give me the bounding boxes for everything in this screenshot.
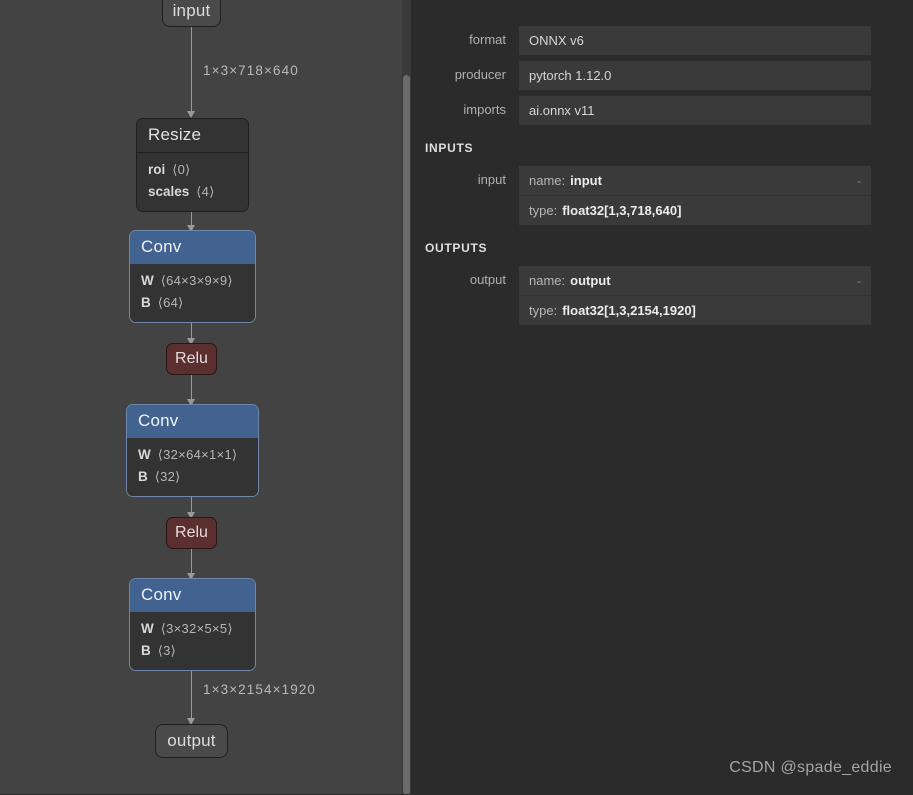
graph-node-conv-3-attributes: W ⟨3×32×5×5⟩ B ⟨3⟩: [130, 612, 255, 670]
input-row: input name: input - type: float32[1,3,71…: [411, 166, 913, 225]
attribute-row: scales ⟨4⟩: [137, 181, 248, 203]
attribute-key: W: [138, 447, 151, 462]
graph-node-conv-2-attributes: W ⟨32×64×1×1⟩ B ⟨32⟩: [127, 438, 258, 496]
input-name-key: name:: [529, 173, 566, 188]
attribute-key: W: [141, 621, 154, 636]
graph-node-conv-2-header: Conv: [127, 405, 258, 438]
attribute-value: ⟨3⟩: [157, 643, 177, 658]
output-label: output: [469, 272, 506, 287]
attribute-key: W: [141, 273, 154, 288]
graph-node-resize[interactable]: Resize roi ⟨0⟩ scales ⟨4⟩: [136, 118, 249, 212]
attribute-key: B: [141, 643, 151, 658]
graph-node-output-label: output: [167, 731, 216, 750]
edge-label-conv3-to-output: 1×3×2154×1920: [203, 682, 317, 697]
model-properties-panel: format ONNX v6 producer pytorch 1.12.0 i…: [411, 0, 913, 795]
property-row-producer: producer pytorch 1.12.0: [411, 61, 913, 90]
output-type-value: float32[1,3,2154,1920]: [562, 303, 696, 318]
attribute-key: B: [138, 469, 148, 484]
edge-arrow-resize: [187, 111, 195, 118]
property-row-imports: imports ai.onnx v11: [411, 96, 913, 125]
graph-canvas[interactable]: 1×3×718×640 1×3×2154×1920 input Resize r…: [0, 0, 411, 795]
edge-relu2-to-conv3: [191, 549, 192, 573]
attribute-key: scales: [148, 184, 190, 199]
graph-node-conv-3[interactable]: Conv W ⟨3×32×5×5⟩ B ⟨3⟩: [129, 578, 256, 671]
edge-input-to-resize: [191, 27, 192, 111]
attribute-value: ⟨32⟩: [154, 469, 181, 484]
section-title-outputs: OUTPUTS: [425, 241, 488, 255]
edge-label-input-to-resize: 1×3×718×640: [203, 63, 299, 78]
property-label: format: [469, 32, 506, 47]
graph-node-conv-1-header: Conv: [130, 231, 255, 264]
attribute-value: ⟨0⟩: [172, 162, 191, 177]
output-type-line: type: float32[1,3,2154,1920]: [519, 295, 871, 325]
attribute-row: W ⟨3×32×5×5⟩: [130, 618, 255, 640]
attribute-value: ⟨64×3×9×9⟩: [160, 273, 233, 288]
output-type-key: type:: [529, 303, 558, 318]
attribute-value: ⟨32×64×1×1⟩: [157, 447, 238, 462]
graph-node-conv-1-attributes: W ⟨64×3×9×9⟩ B ⟨64⟩: [130, 264, 255, 322]
graph-node-conv-3-header: Conv: [130, 579, 255, 612]
attribute-key: B: [141, 295, 151, 310]
output-argument-card[interactable]: name: output - type: float32[1,3,2154,19…: [519, 266, 871, 325]
graph-node-conv-1[interactable]: Conv W ⟨64×3×9×9⟩ B ⟨64⟩: [129, 230, 256, 323]
netron-model-viewer: 1×3×718×640 1×3×2154×1920 input Resize r…: [0, 0, 913, 795]
watermark-text: CSDN @spade_eddie: [729, 759, 892, 776]
graph-vertical-scrollbar[interactable]: [402, 0, 411, 794]
property-value[interactable]: ONNX v6: [519, 26, 871, 55]
input-label: input: [477, 172, 506, 187]
attribute-row: W ⟨64×3×9×9⟩: [130, 270, 255, 292]
output-name-value: output: [570, 273, 611, 288]
output-name-line: name: output -: [519, 266, 871, 295]
attribute-row: B ⟨32⟩: [127, 466, 258, 488]
property-label: imports: [463, 102, 506, 117]
edge-relu1-to-conv2: [191, 375, 192, 399]
input-type-value: float32[1,3,718,640]: [562, 203, 682, 218]
attribute-row: B ⟨3⟩: [130, 640, 255, 662]
attribute-key: roi: [148, 162, 166, 177]
graph-node-relu-1-label: Relu: [175, 350, 208, 367]
graph-node-resize-attributes: roi ⟨0⟩ scales ⟨4⟩: [137, 153, 248, 211]
property-label: producer: [454, 67, 506, 82]
graph-node-relu-1[interactable]: Relu: [166, 343, 217, 375]
graph-node-output[interactable]: output: [155, 724, 228, 758]
output-name-key: name:: [529, 273, 566, 288]
attribute-value: ⟨4⟩: [196, 184, 215, 199]
attribute-value: ⟨64⟩: [157, 295, 184, 310]
input-type-key: type:: [529, 203, 558, 218]
property-value[interactable]: pytorch 1.12.0: [519, 61, 871, 90]
attribute-row: W ⟨32×64×1×1⟩: [127, 444, 258, 466]
graph-node-input[interactable]: input: [162, 0, 221, 27]
input-argument-card[interactable]: name: input - type: float32[1,3,718,640]: [519, 166, 871, 225]
input-type-line: type: float32[1,3,718,640]: [519, 195, 871, 225]
graph-node-resize-header: Resize: [137, 119, 248, 153]
graph-node-input-label: input: [172, 0, 211, 20]
graph-node-conv-2[interactable]: Conv W ⟨32×64×1×1⟩ B ⟨32⟩: [126, 404, 259, 497]
property-value[interactable]: ai.onnx v11: [519, 96, 871, 125]
graph-node-relu-2-label: Relu: [175, 524, 208, 541]
graph-node-relu-2[interactable]: Relu: [166, 517, 217, 549]
attribute-row: B ⟨64⟩: [130, 292, 255, 314]
graph-vertical-scrollbar-thumb[interactable]: [403, 75, 410, 794]
attribute-value: ⟨3×32×5×5⟩: [160, 621, 233, 636]
section-title-inputs: INPUTS: [425, 141, 474, 155]
attribute-row: roi ⟨0⟩: [137, 159, 248, 181]
output-collapse-dash-icon[interactable]: -: [847, 274, 861, 288]
property-row-format: format ONNX v6: [411, 26, 913, 55]
output-row: output name: output - type: float32[1,3,…: [411, 266, 913, 325]
input-name-value: input: [570, 173, 602, 188]
input-collapse-dash-icon[interactable]: -: [847, 174, 861, 188]
input-name-line: name: input -: [519, 166, 871, 195]
